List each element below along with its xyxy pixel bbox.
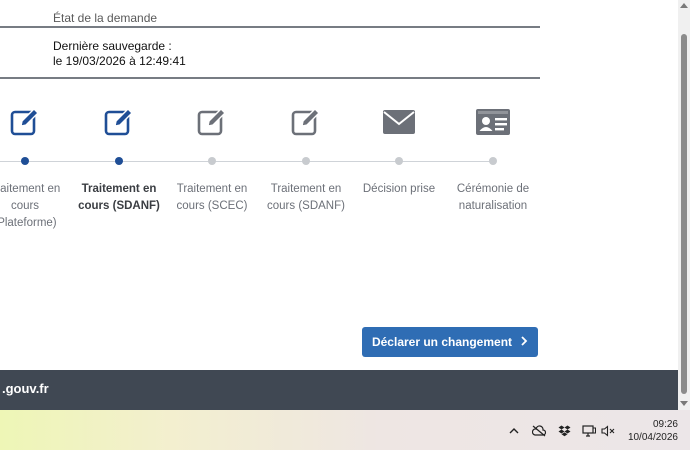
- timeline-track: [0, 161, 495, 162]
- id-card-icon: [438, 105, 548, 139]
- speaker-muted-icon[interactable]: [601, 424, 615, 442]
- clock-time: 09:26: [652, 419, 678, 430]
- last-save-label: Dernière sauvegarde :: [53, 39, 172, 53]
- network-icon[interactable]: [582, 424, 596, 442]
- timeline-dot: [489, 157, 497, 165]
- scrollbar-thumb[interactable]: [681, 34, 687, 394]
- scroll-down-arrow[interactable]: [680, 401, 688, 406]
- browser-viewport: État de la demande Dernière sauvegarde :…: [0, 0, 690, 410]
- timeline-dot: [302, 157, 310, 165]
- timeline-dot: [21, 157, 29, 165]
- last-save-info: Dernière sauvegarde : le 19/03/2026 à 12…: [53, 39, 186, 69]
- timeline-dot: [395, 157, 403, 165]
- site-footer: .gouv.fr: [0, 370, 678, 410]
- timeline-step-label: Cérémonie de naturalisation: [456, 183, 530, 212]
- declare-change-label: Déclarer un changement: [371, 335, 513, 349]
- footer-domain-link[interactable]: .gouv.fr: [2, 381, 49, 396]
- section-title: État de la demande: [53, 11, 158, 25]
- scroll-up-arrow[interactable]: [680, 3, 688, 8]
- last-save-timestamp: le 19/03/2026 à 12:49:41: [53, 54, 186, 68]
- cloud-off-icon[interactable]: [531, 424, 547, 442]
- dropbox-icon[interactable]: [558, 424, 571, 442]
- timeline-step-ceremony: Cérémonie de naturalisation: [438, 105, 548, 212]
- declare-change-button[interactable]: Déclarer un changement: [362, 327, 538, 357]
- chevron-right-icon: [520, 335, 528, 349]
- timeline-dot: [208, 157, 216, 165]
- timeline-dot: [115, 157, 123, 165]
- vertical-scrollbar[interactable]: [678, 0, 690, 410]
- chevron-up-icon[interactable]: [508, 424, 520, 442]
- taskbar-clock[interactable]: 09:26 10/04/2026: [628, 418, 678, 444]
- divider: [0, 77, 540, 79]
- clock-date: 10/04/2026: [627, 432, 678, 443]
- divider: [0, 26, 540, 28]
- windows-taskbar: 09:26 10/04/2026: [0, 410, 690, 450]
